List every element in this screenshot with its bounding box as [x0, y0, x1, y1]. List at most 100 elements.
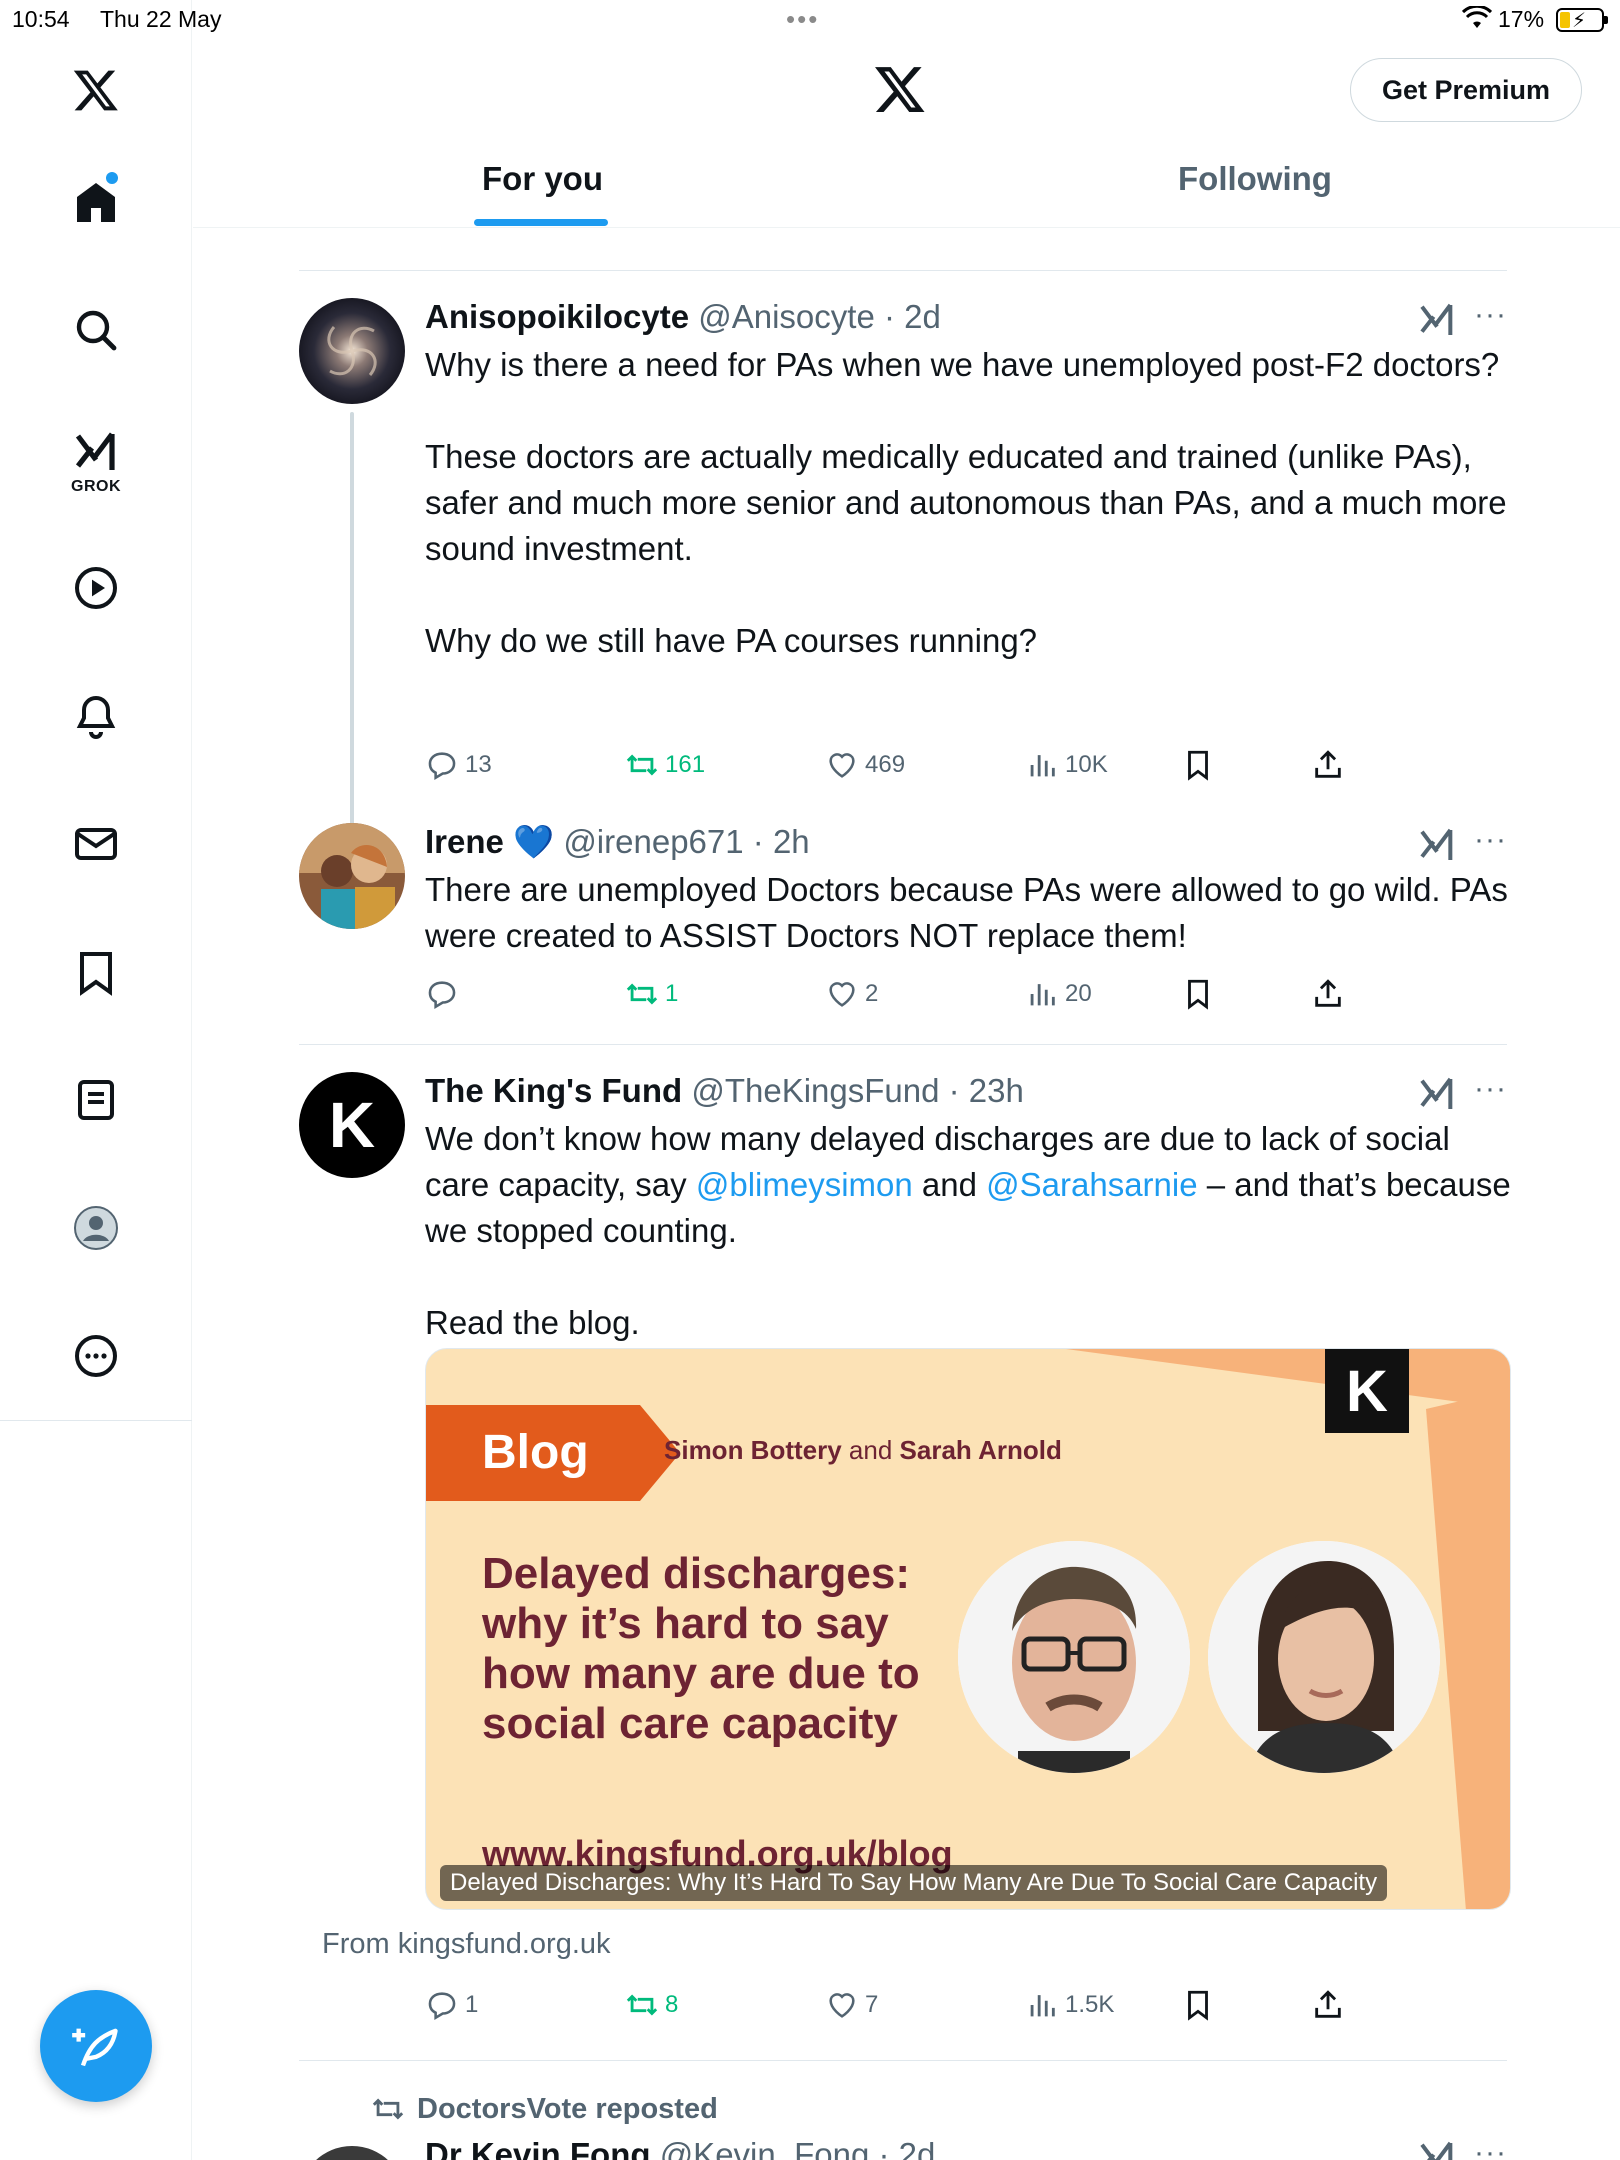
repost-button[interactable]: 8	[625, 1988, 678, 2022]
author-name[interactable]: Anisopoikilocyte	[425, 298, 689, 335]
reposted-label[interactable]: DoctorsVote reposted	[371, 2092, 718, 2126]
tab-following[interactable]: Following	[1178, 160, 1332, 198]
like-button[interactable]: 7	[825, 1988, 878, 2022]
author-handle[interactable]: @Kevin_Fong	[660, 2136, 870, 2160]
profile-icon[interactable]	[66, 1198, 126, 1258]
like-icon	[829, 753, 855, 778]
tab-for-you[interactable]: For you	[482, 160, 603, 198]
tweet-text: Why is there a need for PAs when we have…	[425, 346, 1507, 659]
tweet-time[interactable]: 2h	[773, 823, 810, 860]
bookmark-button[interactable]	[1181, 1988, 1221, 2022]
mention-link[interactable]: @blimeysimon	[696, 1166, 913, 1203]
tweet-header: Irene 💙 @irenep671 · 2h	[425, 823, 810, 860]
grok-icon[interactable]	[1417, 2138, 1457, 2160]
tweet-actions: 13 161 469 10K	[425, 748, 1507, 788]
views-icon	[1030, 1995, 1055, 2017]
tweet-header: Anisopoikilocyte @Anisocyte · 2d	[425, 298, 941, 335]
like-button[interactable]: 2	[825, 977, 878, 1011]
mail-icon[interactable]	[66, 814, 126, 874]
reply-button[interactable]: 13	[425, 748, 492, 782]
share-icon	[1315, 979, 1341, 1007]
views-count: 1.5K	[1065, 1991, 1115, 2018]
reposted-by-text: DoctorsVote reposted	[417, 2092, 718, 2125]
status-time: 10:54	[12, 6, 70, 32]
reply-button[interactable]	[425, 977, 465, 1011]
battery-icon: ⚡	[1556, 8, 1608, 32]
views-button[interactable]: 1.5K	[1025, 1988, 1114, 2022]
views-button[interactable]: 10K	[1025, 748, 1108, 782]
bookmark-button[interactable]	[1181, 748, 1221, 782]
grok-icon[interactable]	[66, 422, 126, 482]
left-navigation: GROK	[0, 0, 192, 2160]
share-button[interactable]	[1311, 748, 1351, 782]
repost-button[interactable]: 161	[625, 748, 705, 782]
tweet-text: There are unemployed Doctors because PAs…	[425, 871, 1518, 954]
author-handle[interactable]: @Anisocyte	[698, 298, 875, 335]
more-options-icon[interactable]: ···	[1474, 298, 1507, 332]
author-2: Sarah Arnold	[899, 1435, 1062, 1465]
views-icon	[1030, 984, 1055, 1006]
compose-button[interactable]	[40, 1990, 152, 2102]
bookmark-icon[interactable]	[66, 942, 126, 1002]
avatar[interactable]: K	[299, 1072, 405, 1178]
tweet-text-part: and	[912, 1166, 987, 1203]
share-button[interactable]	[1311, 1988, 1351, 2022]
repost-icon	[626, 1994, 658, 2016]
author-name[interactable]: Dr Kevin Fong	[425, 2136, 651, 2160]
share-button[interactable]	[1311, 977, 1351, 1011]
tweet-time[interactable]: 2d	[904, 298, 941, 335]
repost-count: 8	[665, 1991, 679, 2018]
views-count: 10K	[1065, 751, 1108, 778]
more-options-icon[interactable]: ···	[1474, 1072, 1507, 1106]
reply-count: 1	[465, 1991, 479, 2018]
grok-icon[interactable]	[1417, 825, 1457, 865]
multitasking-dots-icon[interactable]: •••	[786, 4, 819, 35]
list-icon[interactable]	[66, 1070, 126, 1130]
avatar[interactable]	[299, 298, 405, 404]
bookmark-button[interactable]	[1181, 977, 1221, 1011]
compose-icon	[72, 2028, 118, 2067]
like-count: 7	[865, 1991, 879, 2018]
author-photo-man	[958, 1541, 1190, 1773]
get-premium-button[interactable]: Get Premium	[1350, 58, 1582, 122]
reply-button[interactable]: 1	[425, 1988, 478, 2022]
card-source[interactable]: From kingsfund.org.uk	[322, 1928, 611, 1961]
grok-icon[interactable]	[1417, 300, 1457, 340]
share-icon	[1315, 1990, 1341, 2018]
more-icon[interactable]	[66, 1326, 126, 1386]
views-button[interactable]: 20	[1025, 977, 1092, 1011]
like-icon	[829, 982, 855, 1007]
x-logo-icon[interactable]	[873, 62, 927, 116]
video-icon[interactable]	[66, 558, 126, 618]
x-logo-icon[interactable]	[66, 60, 126, 120]
card-authors: Simon Bottery and Sarah Arnold	[664, 1435, 1062, 1466]
like-icon	[829, 1993, 855, 2018]
more-options-icon[interactable]: ···	[1474, 2136, 1507, 2160]
like-button[interactable]: 469	[825, 748, 905, 782]
avatar[interactable]	[299, 823, 405, 929]
mention-link[interactable]: @Sarahsarnie	[986, 1166, 1197, 1203]
tweet-time[interactable]: 2d	[899, 2136, 936, 2160]
blog-tag: Blog	[426, 1405, 640, 1501]
author-photo-woman	[1208, 1541, 1440, 1773]
active-tab-indicator	[474, 219, 608, 226]
author-name[interactable]: Irene	[425, 823, 504, 860]
link-card[interactable]: K Blog Simon Bottery and Sarah Arnold De…	[425, 1348, 1511, 1910]
repost-button[interactable]: 1	[625, 977, 678, 1011]
more-options-icon[interactable]: ···	[1474, 823, 1507, 857]
like-count: 469	[865, 751, 906, 778]
grok-icon[interactable]	[1417, 1074, 1457, 1114]
status-bar: 10:54 Thu 22 May ••• 17% ⚡	[0, 0, 1620, 40]
tweet-time[interactable]: 23h	[969, 1072, 1024, 1109]
author-name[interactable]: The King's Fund	[425, 1072, 682, 1109]
bell-icon[interactable]	[66, 686, 126, 746]
reply-icon	[428, 981, 456, 1010]
wifi-icon	[1462, 6, 1492, 28]
search-icon[interactable]	[66, 300, 126, 360]
author-handle[interactable]: @irenep671	[563, 823, 743, 860]
bookmark-icon	[1188, 979, 1208, 1010]
nav-divider	[0, 1420, 192, 1421]
author-handle[interactable]: @TheKingsFund	[691, 1072, 939, 1109]
tweet-text: We don’t know how many delayed discharge…	[425, 1116, 1515, 1346]
avatar[interactable]	[299, 2146, 405, 2160]
